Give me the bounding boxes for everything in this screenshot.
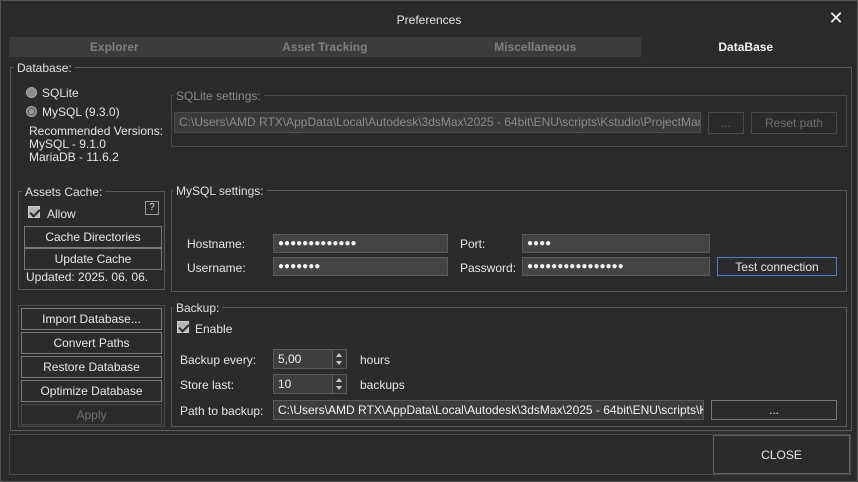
backup-label: Backup: (173, 302, 223, 314)
recommended-versions-title: Recommended Versions: (29, 124, 164, 138)
cache-updated-text: Updated: 2025. 06. 06. (26, 270, 149, 284)
sqlite-radio[interactable] (26, 87, 37, 98)
assets-cache-label: Assets Cache: (22, 186, 106, 198)
sqlite-radio-label[interactable]: SQLite (42, 86, 79, 100)
apply-button[interactable]: Apply (21, 404, 162, 425)
username-label: Username: (187, 261, 246, 275)
allow-cache-label[interactable]: Allow (47, 207, 76, 221)
password-input[interactable]: ●●●●●●●●●●●●●●●● (522, 257, 710, 276)
help-icon[interactable]: ? (145, 201, 159, 215)
password-label: Password: (460, 261, 517, 275)
tab-database[interactable]: DataBase (640, 37, 851, 57)
hostname-input[interactable]: ●●●●●●●●●●●●● (273, 234, 448, 253)
backup-every-unit: hours (360, 353, 391, 367)
backup-enable-label[interactable]: Enable (195, 322, 232, 336)
window-title: Preferences (396, 13, 462, 27)
mysql-settings-label: MySQL settings: (173, 185, 267, 197)
cache-directories-button[interactable]: Cache Directories (24, 226, 162, 248)
hostname-label: Hostname: (187, 237, 246, 251)
close-icon[interactable]: ✕ (827, 9, 845, 27)
title-bar: Preferences ✕ (1, 1, 857, 37)
test-connection-button[interactable]: Test connection (717, 257, 837, 276)
mysql-radio[interactable] (26, 106, 37, 117)
tab-bar: Explorer Asset Tracking Miscellaneous Da… (9, 37, 851, 57)
sqlite-browse-button[interactable]: ... (708, 112, 744, 134)
mysql-radio-label[interactable]: MySQL (9.3.0) (42, 105, 120, 119)
port-input[interactable]: ●●●● (522, 234, 710, 253)
spinner-arrows-icon[interactable] (332, 375, 346, 393)
sqlite-settings-label: SQLite settings: (173, 89, 264, 103)
tab-asset-tracking[interactable]: Asset Tracking (220, 37, 431, 57)
backup-path-label: Path to backup: (180, 404, 264, 418)
restore-database-button[interactable]: Restore Database (21, 356, 162, 378)
backup-browse-button[interactable]: ... (711, 400, 837, 420)
close-button[interactable]: CLOSE (713, 435, 850, 474)
tab-explorer[interactable]: Explorer (9, 37, 220, 57)
database-group-label: Database: (14, 62, 75, 74)
spinner-arrows-icon[interactable] (332, 350, 346, 368)
backup-every-spinner[interactable]: 5,00 (273, 349, 347, 369)
tab-miscellaneous[interactable]: Miscellaneous (430, 37, 641, 57)
update-cache-button[interactable]: Update Cache (24, 248, 162, 270)
import-database-button[interactable]: Import Database... (21, 308, 162, 330)
preferences-window: Preferences ✕ Explorer Asset Tracking Mi… (0, 0, 858, 482)
store-last-label: Store last: (180, 378, 235, 392)
port-label: Port: (460, 237, 486, 251)
sqlite-path-input[interactable]: C:\Users\AMD RTX\AppData\Local\Autodesk\… (174, 112, 701, 133)
allow-cache-checkbox[interactable] (28, 206, 40, 218)
recommended-mysql: MySQL - 9.1.0 (29, 137, 106, 151)
recommended-mariadb: MariaDB - 11.6.2 (29, 150, 119, 164)
username-input[interactable]: ●●●●●●● (273, 257, 448, 276)
backup-path-input[interactable]: C:\Users\AMD RTX\AppData\Local\Autodesk\… (273, 400, 704, 420)
backup-enable-checkbox[interactable] (177, 321, 189, 333)
reset-path-button[interactable]: Reset path (751, 112, 837, 134)
convert-paths-button[interactable]: Convert Paths (21, 332, 162, 354)
store-last-spinner[interactable]: 10 (273, 374, 347, 394)
backup-every-label: Backup every: (180, 353, 257, 367)
store-last-value[interactable]: 10 (278, 377, 291, 391)
store-last-unit: backups (360, 378, 405, 392)
backup-every-value[interactable]: 5,00 (278, 352, 301, 366)
optimize-database-button[interactable]: Optimize Database (21, 380, 162, 402)
